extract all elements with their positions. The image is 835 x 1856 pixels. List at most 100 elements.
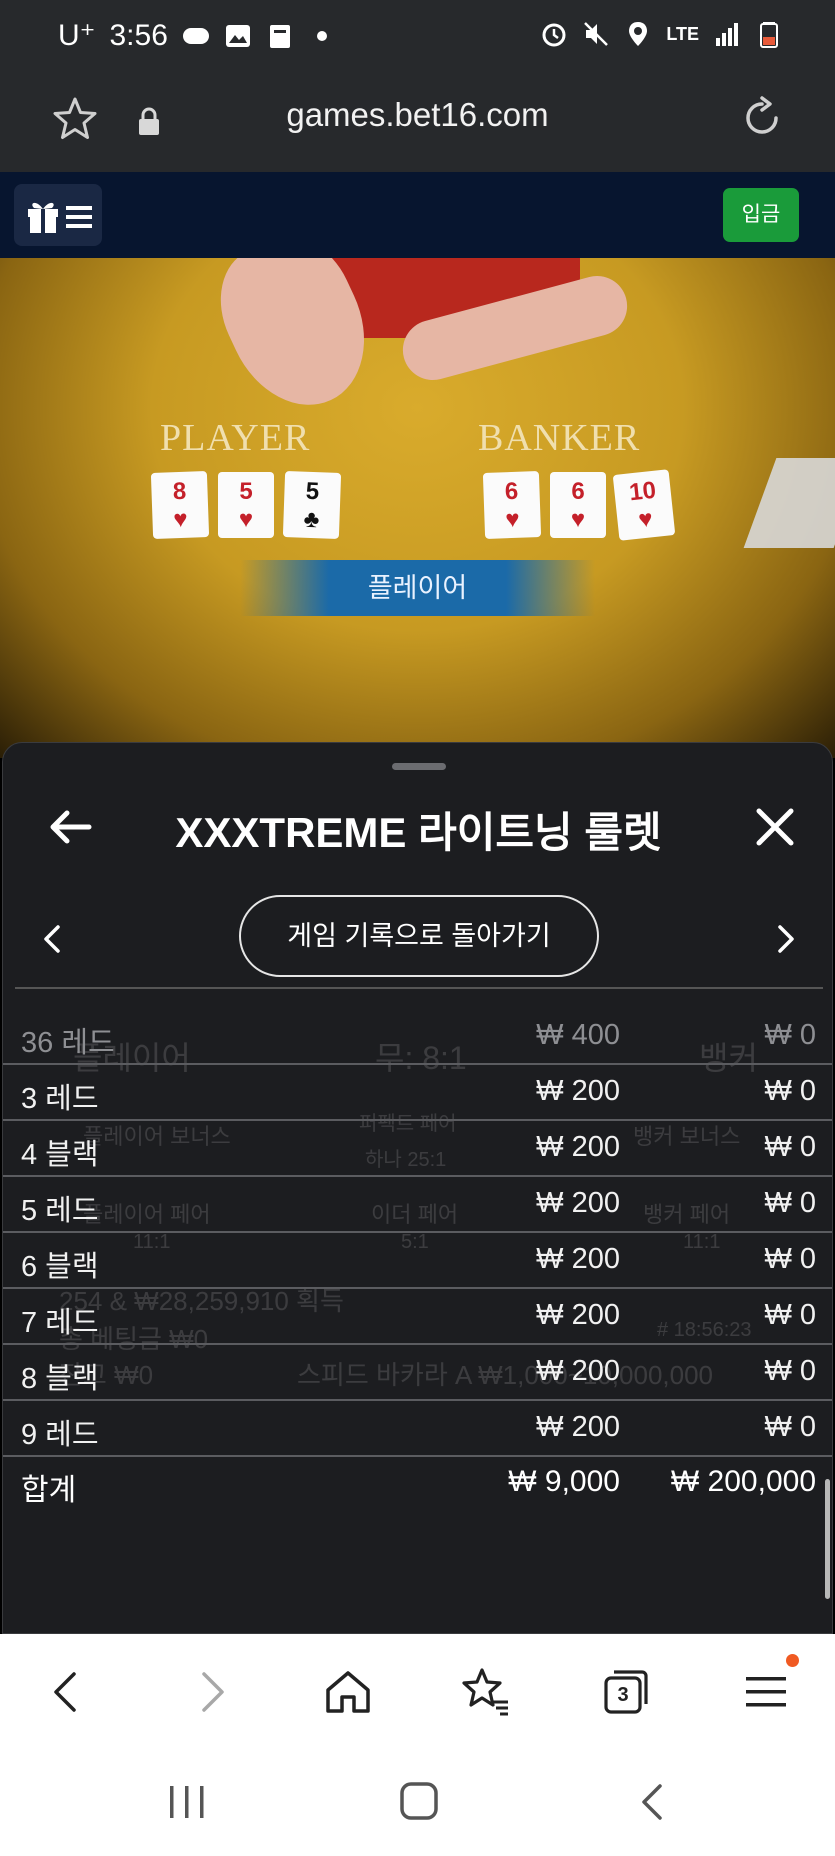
total-win: ₩ 200,000 [670,1465,816,1498]
reload-icon[interactable] [738,94,786,142]
playing-card: 8 ♥ [150,471,210,539]
player-label: PLAYER [160,417,311,459]
bet-name: 9 레드 [21,1419,99,1451]
tabs-button[interactable]: 3 [598,1664,654,1720]
win-amount: ₩ 0 [764,1411,816,1443]
playing-card: 5 ♣ [282,471,342,539]
home-icon[interactable] [320,1664,376,1720]
card-rank: 6 [504,477,519,506]
total-label: 합계 [21,1474,77,1507]
win-amount: ₩ 0 [764,1243,816,1275]
bet-amount: ₩ 400 [536,1019,620,1051]
browser-url-bar: games.bet16.com [0,72,835,172]
signal-icon [716,23,738,46]
bet-name: 6 블랙 [21,1251,99,1283]
gallery-icon [225,24,250,47]
vpn-icon [182,27,209,44]
carrier-label: U⁺ [58,19,96,52]
gift-icon [28,202,58,233]
bet-amount: ₩ 200 [536,1187,620,1219]
menu-icon[interactable] [738,1664,794,1720]
bet-amount: ₩ 200 [536,1355,620,1387]
status-bar: U⁺ 3:56 LTE [0,0,835,72]
network-type: LTE [666,23,699,44]
scrollbar[interactable] [825,1479,830,1599]
card-rank: 6 [571,478,585,505]
site-header: 입금 [0,172,835,258]
dot-icon [316,30,327,41]
playing-card: 5 ♥ [218,472,274,538]
bet-name: 5 레드 [21,1195,99,1227]
bet-amount: ₩ 200 [536,1131,620,1163]
sheet-drag-handle[interactable] [392,763,446,770]
card-suit: ♥ [238,506,254,533]
total-row: 합계 ₩ 9,000 ₩ 200,000 [3,1457,832,1513]
win-amount: ₩ 0 [764,1131,816,1163]
win-amount: ₩ 0 [764,1187,816,1219]
table-row: 36 레드 ₩ 400 ₩ 0 [3,1009,832,1065]
clock: 3:56 [109,18,168,52]
result-banner: 플레이어 [240,560,595,616]
table-row: 9 레드 ₩ 200 ₩ 0 [3,1401,832,1457]
table-row: 3 레드 ₩ 200 ₩ 0 [3,1065,832,1121]
menu-button[interactable] [14,184,102,246]
system-nav-bar [0,1746,835,1856]
card-suit: ♣ [303,505,320,534]
bet-name: 7 레드 [21,1307,99,1339]
back-icon[interactable] [40,1664,96,1720]
table-row: 7 레드 ₩ 200 ₩ 0 [3,1289,832,1345]
bet-name: 4 블랙 [21,1139,99,1171]
bet-amount: ₩ 200 [536,1075,620,1107]
alarm-icon [542,23,566,47]
chevron-right-icon[interactable] [765,919,805,959]
playing-card: 6 ♥ [550,472,606,538]
status-bar-left: U⁺ 3:56 [58,18,336,53]
table-row: 6 블랙 ₩ 200 ₩ 0 [3,1233,832,1289]
card-rank: 5 [239,478,253,505]
deposit-button[interactable]: 입금 [723,188,799,242]
back-to-history-button[interactable]: 게임 기록으로 돌아가기 [239,895,599,977]
win-amount: ₩ 0 [764,1299,816,1331]
notification-dot [786,1654,799,1667]
recent-apps-icon[interactable] [162,1780,212,1824]
card-shoe [743,458,835,548]
table-row: 4 블랙 ₩ 200 ₩ 0 [3,1121,832,1177]
table-row: 8 블랙 ₩ 200 ₩ 0 [3,1345,832,1401]
location-icon [629,22,648,46]
card-suit: ♥ [172,505,189,534]
sheet-title: XXXTREME 라이트닝 룰렛 [175,809,662,856]
bet-amount: ₩ 200 [536,1411,620,1443]
bookmarks-icon[interactable] [458,1664,514,1720]
total-bet: ₩ 9,000 [508,1465,620,1498]
bet-details-sheet: 플레이어 무: 8:1 뱅커 플레이어 보너스 퍼펙트 페어 하나 25:1 뱅… [2,742,833,1634]
bet-amount: ₩ 200 [536,1299,620,1331]
card-suit: ♥ [504,505,521,534]
live-video-feed: PLAYER BANKER 8 ♥ 5 ♥ 5 ♣ 6 ♥ 6 ♥ 10 ♥ 플레이어 [0,258,835,758]
bet-name: 3 레드 [21,1083,99,1115]
home-nav-icon[interactable] [394,1780,444,1824]
browser-toolbar: 3 [0,1634,835,1746]
playing-card: 10 ♥ [612,469,676,541]
back-nav-icon[interactable] [628,1780,678,1824]
mute-icon [584,22,609,46]
chevron-left-icon[interactable] [33,919,73,959]
card-suit: ♥ [637,505,655,534]
bet-name: 8 블랙 [21,1363,99,1395]
bet-table: 36 레드 ₩ 400 ₩ 03 레드 ₩ 200 ₩ 04 블랙 ₩ 200 ₩ 05 레… [3,1009,832,1513]
sheet-divider [15,987,823,989]
table-row: 5 레드 ₩ 200 ₩ 0 [3,1177,832,1233]
tabs-count: 3 [617,1684,629,1706]
win-amount: ₩ 0 [764,1019,816,1051]
playing-card: 6 ♥ [482,471,542,539]
forward-icon[interactable] [182,1664,238,1720]
bet-amount: ₩ 200 [536,1243,620,1275]
card-rank: 5 [305,477,320,506]
win-amount: ₩ 0 [764,1075,816,1107]
card-suit: ♥ [570,506,586,533]
battery-icon [760,22,778,48]
win-amount: ₩ 0 [764,1355,816,1387]
card-rank: 8 [172,477,187,506]
close-icon[interactable] [745,797,805,857]
url-text[interactable]: games.bet16.com [0,96,835,134]
clipboard-icon [269,24,290,48]
